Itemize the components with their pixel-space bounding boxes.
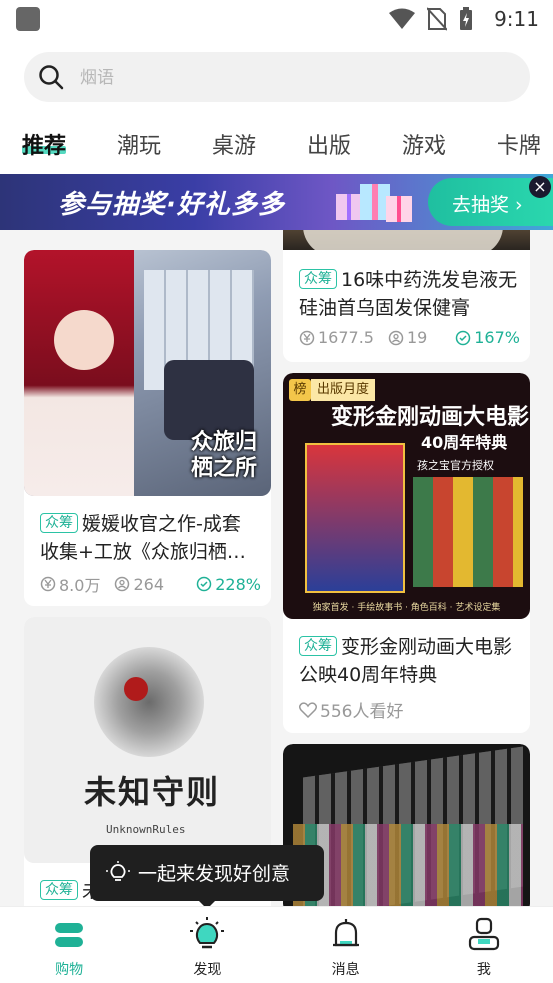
bottom-navigation: 购物 发现 消息 我 — [0, 906, 553, 983]
product-title: 众筹 变形金刚动画大电影公映40周年特典 — [299, 633, 518, 689]
category-badge: 出版月度 — [311, 379, 376, 401]
product-stats: 1677.5 19 167% — [299, 328, 520, 347]
tooltip-text: 一起来发现好创意 — [138, 863, 291, 885]
product-image: 榜 出版月度 变形金刚动画大电影 40周年特典 孩之宝官方授权 独家首发 · 手… — [283, 373, 530, 619]
nav-label: 发现 — [193, 962, 222, 978]
backers-value: 264 — [133, 574, 164, 594]
image-license: 孩之宝官方授权 — [417, 459, 494, 472]
nav-label: 购物 — [55, 962, 84, 978]
search-bar: 烟语 — [0, 40, 553, 112]
banner-text: 参与抽奖·好礼多多 — [58, 190, 285, 220]
discover-tooltip: 一起来发现好创意 — [90, 845, 324, 909]
image-subtitle: UnknownRules — [106, 823, 186, 836]
profile-icon — [468, 917, 499, 951]
nav-discover[interactable]: 发现 — [138, 907, 276, 983]
product-card-anime-artbook[interactable]: 众旅归栖之所 众筹 媛媛收官之作-成套收集+工放《众旅归栖… 8.0万 264 2… — [24, 250, 271, 606]
nav-shopping[interactable]: 购物 — [0, 907, 138, 983]
tab-label: 推荐 — [22, 134, 67, 159]
percent-value: 167% — [474, 328, 520, 347]
yen-circle-icon — [40, 576, 56, 592]
image-text-logo: 众旅归栖之所 — [190, 430, 257, 481]
backers-stat: 19 — [388, 328, 427, 347]
check-circle-icon — [197, 576, 212, 592]
status-time: 9:11 — [494, 7, 539, 31]
status-icons — [389, 7, 473, 31]
bell-icon — [332, 919, 359, 947]
tab-board-games[interactable]: 桌游 — [212, 112, 256, 174]
status-bar: 9:11 — [0, 0, 553, 40]
amount-value: 1677.5 — [318, 328, 374, 347]
amount-stat: 8.0万 — [40, 572, 100, 596]
image-footer: 独家首发 · 手绘故事书 · 角色百科 · 艺术设定集 — [312, 603, 501, 613]
lightbulb-icon — [106, 861, 130, 881]
gift-boxes-icon — [336, 184, 412, 222]
image-title: 未知守则 — [84, 773, 221, 811]
amount-stat: 1677.5 — [299, 328, 374, 347]
nav-me[interactable]: 我 — [415, 907, 553, 983]
percent-stat: 228% — [196, 575, 261, 594]
tab-games[interactable]: 游戏 — [402, 112, 446, 174]
likes-value: 556人看好 — [320, 702, 404, 722]
product-stats: 556人看好 — [299, 697, 520, 722]
tab-label: 潮玩 — [116, 134, 161, 159]
tab-label: 桌游 — [211, 134, 256, 159]
search-input[interactable]: 烟语 — [24, 52, 530, 102]
product-card-transformers[interactable]: 榜 出版月度 变形金刚动画大电影 40周年特典 孩之宝官方授权 独家首发 · 手… — [283, 373, 530, 733]
tab-recommend[interactable]: 推荐 — [22, 112, 67, 174]
battery-charging-icon — [460, 7, 472, 30]
image-title: 变形金刚动画大电影 — [331, 405, 530, 430]
yen-circle-icon — [299, 330, 315, 345]
product-title: 众筹 16味中药洗发皂液无硅油首乌固发保健膏 — [299, 266, 518, 322]
no-sim-icon — [427, 7, 447, 31]
person-circle-icon — [115, 576, 130, 592]
nav-label: 消息 — [331, 962, 360, 978]
wifi-icon — [389, 8, 415, 29]
backers-value: 19 — [406, 328, 428, 347]
crowdfunding-tag: 众筹 — [40, 513, 78, 533]
nav-label: 我 — [476, 962, 491, 978]
tab-cards[interactable]: 卡牌 — [497, 112, 541, 174]
rank-badge: 榜 — [289, 379, 311, 401]
product-title: 众筹 媛媛收官之作-成套收集+工放《众旅归栖… — [40, 510, 259, 566]
notification-icon — [16, 7, 40, 31]
shopping-icon — [55, 923, 84, 947]
tab-trendy-toys[interactable]: 潮玩 — [117, 112, 161, 174]
tab-publishing[interactable]: 出版 — [307, 112, 351, 174]
percent-value: 228% — [215, 574, 261, 594]
nav-messages[interactable]: 消息 — [277, 907, 415, 983]
search-icon — [39, 65, 64, 90]
image-subtitle: 40周年特典 — [421, 433, 508, 452]
tab-label: 游戏 — [401, 134, 446, 159]
crowdfunding-tag: 众筹 — [299, 269, 337, 289]
check-circle-icon — [456, 330, 471, 345]
product-image: 众旅归栖之所 — [24, 250, 271, 496]
product-stats: 8.0万 264 228% — [40, 572, 261, 596]
lightbulb-icon — [190, 917, 225, 949]
crowdfunding-tag: 众筹 — [40, 880, 78, 900]
heart-icon — [299, 701, 317, 718]
search-placeholder: 烟语 — [80, 68, 114, 88]
lottery-banner[interactable]: 参与抽奖·好礼多多 去抽奖 › × — [0, 174, 553, 230]
tab-label: 出版 — [306, 134, 351, 159]
percent-stat: 167% — [455, 328, 520, 347]
tab-label: 卡牌 — [496, 134, 541, 159]
product-image: 未知守则 UnknownRules — [24, 617, 271, 863]
category-tabs: 推荐 潮玩 桌游 出版 游戏 卡牌 — [0, 112, 553, 174]
backers-stat: 264 — [114, 575, 164, 594]
close-icon[interactable]: × — [529, 176, 551, 198]
crowdfunding-tag: 众筹 — [299, 636, 337, 656]
amount-value: 8.0万 — [59, 576, 101, 595]
likes-stat: 556人看好 — [299, 697, 403, 722]
person-circle-icon — [388, 330, 404, 345]
